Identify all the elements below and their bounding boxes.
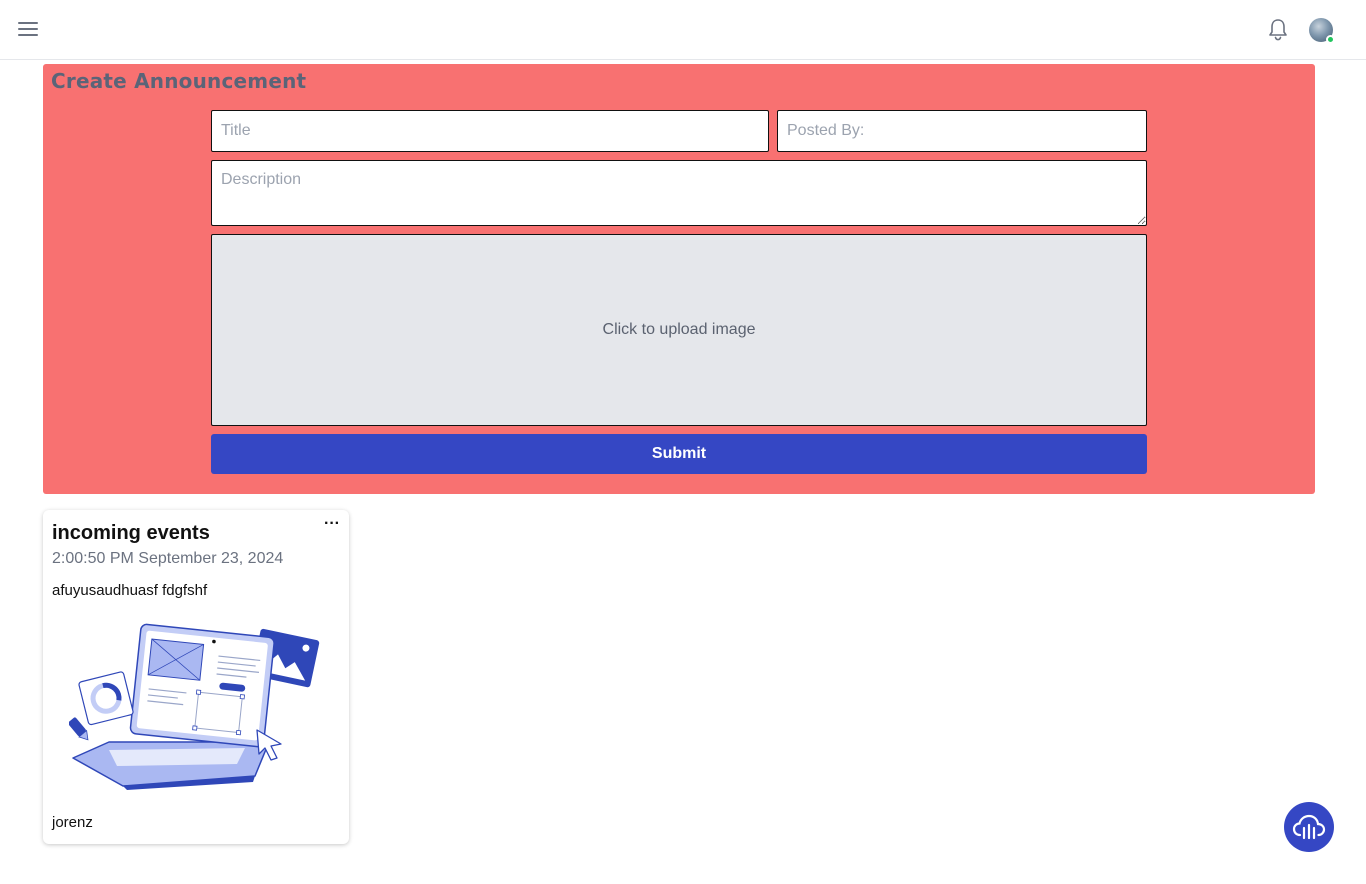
posted-by-input[interactable] [777, 110, 1147, 152]
image-upload-dropzone[interactable]: Click to upload image [211, 234, 1147, 426]
cloud-upload-icon [1292, 814, 1326, 840]
bell-icon[interactable] [1266, 17, 1290, 43]
submit-button[interactable]: Submit [211, 434, 1147, 474]
user-avatar[interactable] [1309, 18, 1335, 44]
online-status-dot [1326, 35, 1335, 44]
title-input[interactable] [211, 110, 769, 152]
announcement-description: afuyusaudhuasf fdgfshf [52, 582, 208, 599]
more-options-icon[interactable]: ··· [324, 516, 340, 532]
top-navbar [0, 0, 1366, 60]
floating-cloud-button[interactable] [1284, 802, 1334, 852]
announcement-timestamp: 2:00:50 PM September 23, 2024 [52, 550, 284, 567]
announcement-card: ··· incoming events 2:00:50 PM September… [43, 510, 349, 844]
announcement-author: jorenz [52, 814, 93, 831]
page-title: Create Announcement [51, 69, 307, 93]
description-textarea[interactable] [211, 160, 1147, 226]
upload-label: Click to upload image [602, 321, 756, 338]
create-announcement-panel: Create Announcement Click to upload imag… [43, 64, 1315, 494]
announcement-title: incoming events [52, 522, 210, 544]
hamburger-menu-icon[interactable] [18, 19, 40, 39]
laptop-design-illustration [68, 618, 325, 794]
